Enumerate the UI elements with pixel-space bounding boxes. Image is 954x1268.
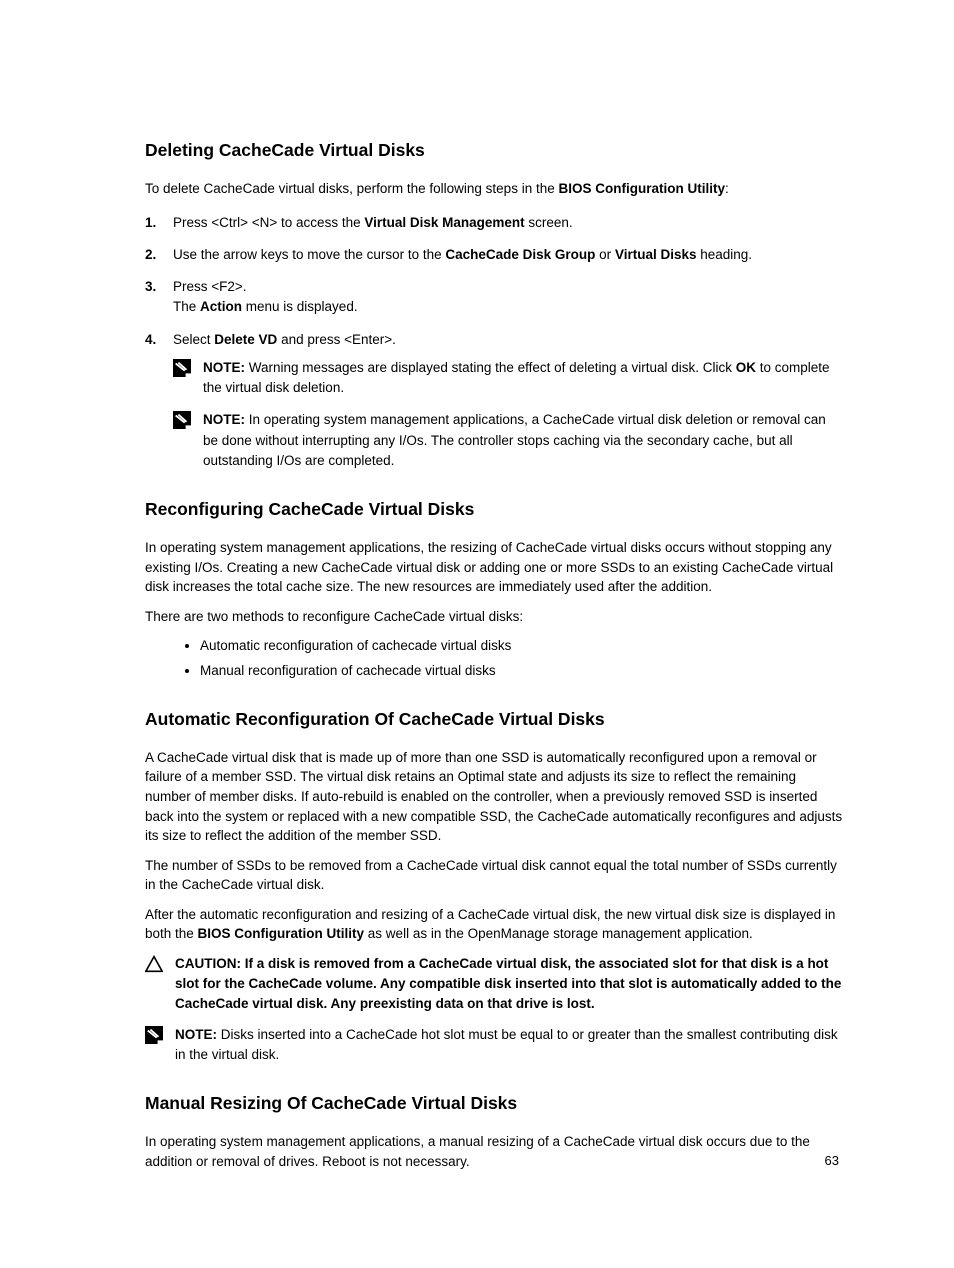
text: and press <Enter>. [277, 332, 396, 347]
bold-text: BIOS Configuration Utility [198, 926, 365, 941]
note-label: NOTE: [175, 1027, 217, 1042]
note-text: NOTE: In operating system management app… [203, 410, 844, 471]
text: To delete CacheCade virtual disks, perfo… [145, 181, 558, 196]
note-icon [173, 358, 203, 377]
paragraph: A CacheCade virtual disk that is made up… [145, 748, 844, 846]
text: Press <Ctrl> <N> to access the [173, 215, 364, 230]
step-1: Press <Ctrl> <N> to access the Virtual D… [145, 213, 844, 233]
paragraph: After the automatic reconfiguration and … [145, 905, 844, 944]
note-block: NOTE: Warning messages are displayed sta… [173, 358, 844, 399]
list-item: Automatic reconfiguration of cachecade v… [200, 636, 844, 656]
paragraph: The number of SSDs to be removed from a … [145, 856, 844, 895]
text: Press <F2>. [173, 277, 844, 297]
heading-reconfiguring: Reconfiguring CacheCade Virtual Disks [145, 499, 844, 520]
note-label: NOTE: [203, 412, 245, 427]
text: Select [173, 332, 214, 347]
note-text: NOTE: Warning messages are displayed sta… [203, 358, 844, 399]
text: : [725, 181, 729, 196]
bold-text: Virtual Disks [615, 247, 697, 262]
note-label: NOTE: [203, 360, 245, 375]
text: Warning messages are displayed stating t… [245, 360, 736, 375]
reconfig-methods: Automatic reconfiguration of cachecade v… [145, 636, 844, 681]
deleting-steps: Press <Ctrl> <N> to access the Virtual D… [145, 213, 844, 399]
paragraph: In operating system management applicati… [145, 1132, 844, 1171]
heading-deleting: Deleting CacheCade Virtual Disks [145, 140, 844, 161]
bold-text: Action [200, 299, 242, 314]
caution-label: CAUTION: [175, 956, 245, 971]
bold-text: OK [736, 360, 756, 375]
list-item: Manual reconfiguration of cachecade virt… [200, 661, 844, 681]
note-icon [145, 1025, 175, 1044]
note-text: NOTE: Disks inserted into a CacheCade ho… [175, 1025, 844, 1066]
bold-text: Delete VD [214, 332, 277, 347]
text: The [173, 299, 200, 314]
paragraph: There are two methods to reconfigure Cac… [145, 607, 844, 627]
text: In operating system management applicati… [203, 412, 826, 468]
heading-automatic: Automatic Reconfiguration Of CacheCade V… [145, 709, 844, 730]
heading-manual: Manual Resizing Of CacheCade Virtual Dis… [145, 1093, 844, 1114]
bold-text: Virtual Disk Management [364, 215, 524, 230]
step-3: Press <F2>. The Action menu is displayed… [145, 277, 844, 318]
caution-block: CAUTION: If a disk is removed from a Cac… [145, 954, 844, 1015]
caution-icon [145, 954, 175, 973]
text: or [595, 247, 615, 262]
text: as well as in the OpenManage storage man… [364, 926, 753, 941]
text: screen. [525, 215, 573, 230]
text: If a disk is removed from a CacheCade vi… [175, 956, 841, 1012]
document-page: Deleting CacheCade Virtual Disks To dele… [0, 0, 954, 1268]
step-4: Select Delete VD and press <Enter>. NOTE… [145, 330, 844, 399]
paragraph: In operating system management applicati… [145, 538, 844, 597]
note-icon [173, 410, 203, 429]
note-block: NOTE: Disks inserted into a CacheCade ho… [145, 1025, 844, 1066]
deleting-intro: To delete CacheCade virtual disks, perfo… [145, 179, 844, 199]
text: heading. [696, 247, 752, 262]
text: Use the arrow keys to move the cursor to… [173, 247, 445, 262]
step-2: Use the arrow keys to move the cursor to… [145, 245, 844, 265]
caution-text: CAUTION: If a disk is removed from a Cac… [175, 954, 844, 1015]
bold-text: CacheCade Disk Group [445, 247, 595, 262]
bold-text: BIOS Configuration Utility [558, 181, 725, 196]
note-block: NOTE: In operating system management app… [145, 410, 844, 471]
text: menu is displayed. [242, 299, 358, 314]
page-number: 63 [825, 1153, 839, 1168]
text: Disks inserted into a CacheCade hot slot… [175, 1027, 838, 1062]
